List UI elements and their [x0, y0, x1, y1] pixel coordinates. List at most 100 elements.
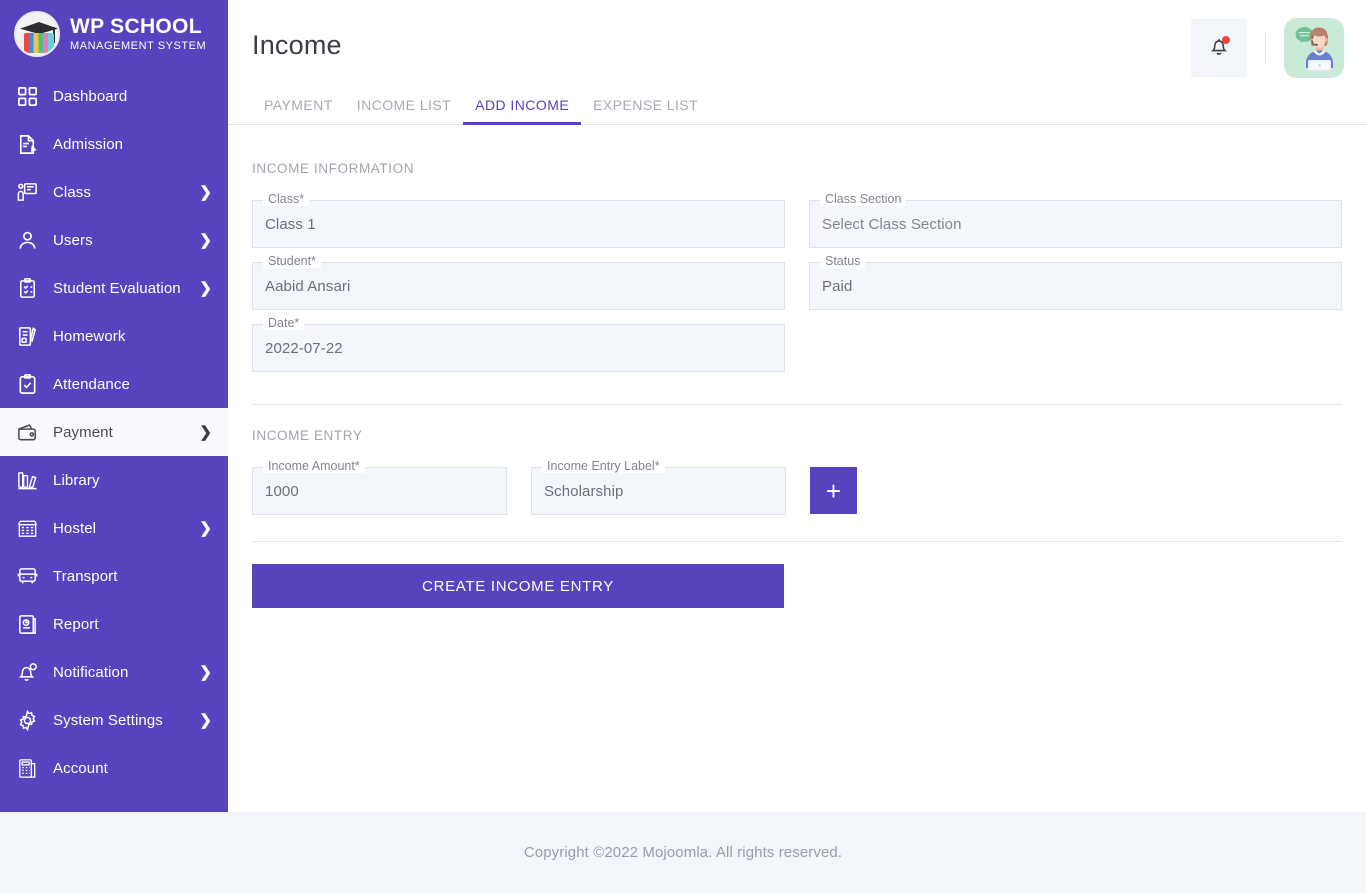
sidebar-item-label: Library: [53, 471, 100, 489]
sidebar-item-admission[interactable]: Admission: [0, 120, 228, 168]
sidebar-item-payment[interactable]: Payment ❯: [0, 408, 228, 456]
book-pencil-icon: [14, 323, 40, 349]
tab-add-income[interactable]: ADD INCOME: [463, 97, 582, 125]
notification-badge-dot: [1222, 36, 1230, 44]
income-entry-label-input[interactable]: Income Entry Label* Scholarship: [531, 460, 786, 515]
class-value: Class 1: [265, 215, 316, 233]
brand[interactable]: WP SCHOOL MANAGEMENT SYSTEM: [0, 0, 228, 68]
books-icon: [14, 467, 40, 493]
sidebar-item-label: Dashboard: [53, 87, 128, 105]
create-income-entry-button[interactable]: CREATE INCOME ENTRY: [252, 564, 784, 608]
main-content: Income PAYMENT INCOME LIST ADD INCOME EX…: [228, 0, 1366, 812]
tab-payment[interactable]: PAYMENT: [252, 97, 345, 124]
student-label: Student*: [263, 255, 321, 268]
class-section-label: Class Section: [820, 193, 907, 206]
tab-bar: PAYMENT INCOME LIST ADD INCOME EXPENSE L…: [228, 97, 1366, 125]
status-select[interactable]: Status Paid: [809, 255, 1342, 310]
topbar-actions: [1191, 18, 1344, 78]
sidebar-item-attendance[interactable]: Attendance: [0, 360, 228, 408]
sidebar-nav: Dashboard Admission Class ❯ Users ❯ Stud…: [0, 68, 228, 792]
income-information-section-title: INCOME INFORMATION: [252, 161, 415, 176]
class-section-select[interactable]: Class Section Select Class Section: [809, 193, 1342, 248]
sidebar-item-label: Account: [53, 759, 108, 777]
form-row-2: Student* Aabid Ansari Status Paid: [252, 248, 1342, 310]
income-entry-label-label: Income Entry Label*: [542, 460, 665, 473]
class-label: Class*: [263, 193, 310, 206]
form-content: INCOME INFORMATION Class* Class 1 Class …: [228, 125, 1366, 812]
income-entry-label-value: Scholarship: [544, 482, 624, 500]
tab-expense-list[interactable]: EXPENSE LIST: [581, 97, 710, 124]
sidebar-item-class[interactable]: Class ❯: [0, 168, 228, 216]
sidebar-item-label: Users: [53, 231, 93, 249]
footer: Copyright ©2022 Mojoomla. All rights res…: [0, 812, 1366, 893]
sidebar-item-label: Admission: [53, 135, 124, 153]
sidebar-item-label: Payment: [53, 423, 113, 441]
sidebar-item-account[interactable]: Account: [0, 744, 228, 792]
sidebar-item-library[interactable]: Library: [0, 456, 228, 504]
student-value: Aabid Ansari: [265, 277, 351, 295]
sidebar-item-label: System Settings: [53, 711, 163, 729]
notifications-button[interactable]: [1191, 19, 1247, 77]
sidebar-item-label: Notification: [53, 663, 129, 681]
brand-title: WP SCHOOL: [70, 15, 202, 38]
sidebar-item-label: Class: [53, 183, 92, 201]
bus-icon: [14, 563, 40, 589]
sidebar-item-users[interactable]: Users ❯: [0, 216, 228, 264]
user-icon: [14, 227, 40, 253]
gear-icon: [14, 707, 40, 733]
sidebar-item-notification[interactable]: Notification ❯: [0, 648, 228, 696]
grid-icon: [14, 83, 40, 109]
income-amount-value: 1000: [265, 482, 299, 500]
copyright-text: Copyright ©2022 Mojoomla. All rights res…: [523, 844, 843, 861]
class-section-value: Select Class Section: [822, 215, 962, 233]
building-icon: [14, 515, 40, 541]
sidebar-item-label: Transport: [53, 567, 118, 585]
wallet-icon: [14, 419, 40, 445]
income-entry-section-title: INCOME ENTRY: [252, 428, 363, 443]
sidebar-item-report[interactable]: Report: [0, 600, 228, 648]
sidebar-item-system-settings[interactable]: System Settings ❯: [0, 696, 228, 744]
date-input[interactable]: Date* 2022-07-22: [252, 317, 785, 372]
add-income-entry-button[interactable]: +: [810, 467, 857, 514]
bell-alert-icon: [14, 659, 40, 685]
sidebar-item-hostel[interactable]: Hostel ❯: [0, 504, 228, 552]
graduation-cap-books-logo-icon: [14, 11, 60, 57]
chevron-right-icon: ❯: [199, 423, 212, 441]
clipboard-tick-icon: [14, 371, 40, 397]
sidebar-item-label: Hostel: [53, 519, 97, 537]
status-label: Status: [820, 255, 866, 268]
support-agent-avatar-icon: [1284, 18, 1344, 78]
class-select[interactable]: Class* Class 1: [252, 193, 785, 248]
income-amount-input[interactable]: Income Amount* 1000: [252, 460, 507, 515]
income-amount-label: Income Amount*: [263, 460, 365, 473]
sidebar-item-label: Homework: [53, 327, 126, 345]
chevron-right-icon: ❯: [199, 279, 212, 297]
chevron-right-icon: ❯: [199, 519, 212, 537]
form-row-1: Class* Class 1 Class Section Select Clas…: [252, 186, 1342, 248]
avatar[interactable]: [1284, 18, 1344, 78]
clipboard-check-icon: [14, 275, 40, 301]
brand-subtitle: MANAGEMENT SYSTEM: [70, 40, 207, 52]
chevron-right-icon: ❯: [199, 183, 212, 201]
document-pencil-icon: [14, 131, 40, 157]
status-value: Paid: [822, 277, 853, 295]
sidebar-item-dashboard[interactable]: Dashboard: [0, 72, 228, 120]
form-row-3: Date* 2022-07-22: [252, 310, 1342, 372]
student-select[interactable]: Student* Aabid Ansari: [252, 255, 785, 310]
sidebar: WP SCHOOL MANAGEMENT SYSTEM Dashboard Ad…: [0, 0, 228, 812]
chevron-right-icon: ❯: [199, 711, 212, 729]
sidebar-item-label: Attendance: [53, 375, 130, 393]
date-value: 2022-07-22: [265, 339, 343, 357]
sidebar-item-homework[interactable]: Homework: [0, 312, 228, 360]
tab-income-list[interactable]: INCOME LIST: [345, 97, 463, 124]
divider: [1265, 33, 1266, 63]
income-entry-row: Income Amount* 1000 Income Entry Label* …: [252, 453, 1342, 515]
report-icon: [14, 611, 40, 637]
sidebar-item-label: Report: [53, 615, 99, 633]
page-title: Income: [252, 30, 342, 60]
topbar: Income: [228, 0, 1366, 95]
app-root: WP SCHOOL MANAGEMENT SYSTEM Dashboard Ad…: [0, 0, 1366, 893]
sidebar-item-transport[interactable]: Transport: [0, 552, 228, 600]
classroom-icon: [14, 179, 40, 205]
sidebar-item-student-evaluation[interactable]: Student Evaluation ❯: [0, 264, 228, 312]
